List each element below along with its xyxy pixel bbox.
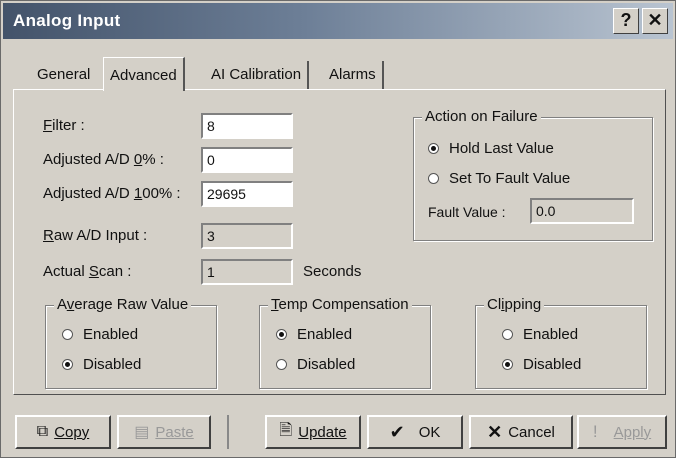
adjusted-ad-zero-input[interactable]: 0: [201, 147, 293, 173]
paste-button-label: Paste: [155, 423, 194, 441]
average-disabled-label: Disabled: [83, 356, 142, 373]
radio-clipping-enabled[interactable]: Enabled: [502, 326, 578, 343]
adjusted-ad-zero-label: Adjusted A/D 0% :: [43, 151, 164, 168]
radio-unselected-icon: [276, 359, 287, 370]
action-on-failure-group: Action on Failure Hold Last Value Set To…: [413, 108, 653, 241]
check-icon: ✔: [389, 421, 405, 442]
radio-clipping-disabled[interactable]: Disabled: [502, 356, 581, 373]
average-raw-value-group: Average Raw Value Enabled Disabled: [45, 296, 217, 389]
update-icon: 🗎: [279, 421, 293, 439]
radio-unselected-icon: [502, 329, 513, 340]
window-title: Analog Input: [13, 11, 121, 30]
raw-ad-input-label: Raw A/D Input :: [43, 227, 148, 244]
filter-label: Filter :: [43, 117, 85, 134]
radio-temp-enabled[interactable]: Enabled: [276, 326, 352, 343]
radio-set-to-fault-value[interactable]: Set To Fault Value: [428, 170, 570, 187]
clipping-title: Clipping: [484, 296, 545, 313]
x-icon: ✕: [487, 421, 503, 442]
radio-hold-last-value[interactable]: Hold Last Value: [428, 140, 554, 157]
title-bar[interactable]: Analog Input ? ✕: [3, 3, 673, 39]
close-button[interactable]: ✕: [642, 8, 668, 34]
tab-advanced[interactable]: Advanced: [103, 57, 185, 91]
help-button[interactable]: ?: [613, 8, 639, 34]
apply-button[interactable]: ! Apply: [577, 415, 667, 449]
temp-enabled-label: Enabled: [297, 326, 353, 343]
raw-ad-input-field: 3: [201, 223, 293, 249]
tab-advanced-label: Advanced: [110, 67, 177, 84]
ok-button[interactable]: ✔ OK: [367, 415, 463, 449]
close-icon: ✕: [647, 10, 663, 30]
set-to-fault-value-label: Set To Fault Value: [449, 170, 571, 187]
tab-alarms[interactable]: Alarms: [323, 61, 384, 89]
actual-scan-label: Actual Scan :: [43, 263, 132, 280]
button-separator: [227, 415, 229, 449]
update-button-label: Update: [298, 423, 347, 441]
radio-selected-icon: [502, 359, 513, 370]
fault-value-field: 0.0: [530, 198, 634, 224]
clipping-group: Clipping Enabled Disabled: [475, 296, 647, 389]
cancel-button[interactable]: ✕ Cancel: [469, 415, 573, 449]
fault-value-label: Fault Value :: [428, 204, 506, 220]
tab-general-label: General: [37, 66, 91, 83]
radio-unselected-icon: [428, 173, 439, 184]
copy-icon: ⧉: [36, 423, 49, 440]
tab-ai-calibration[interactable]: AI Calibration: [205, 61, 310, 89]
clipping-enabled-label: Enabled: [523, 326, 579, 343]
radio-selected-icon: [276, 329, 287, 340]
radio-average-disabled[interactable]: Disabled: [62, 356, 141, 373]
tab-ai-calibration-label: AI Calibration: [211, 66, 302, 83]
tab-alarms-label: Alarms: [329, 66, 376, 83]
average-raw-value-title: Average Raw Value: [54, 296, 192, 313]
radio-unselected-icon: [62, 329, 73, 340]
cancel-button-label: Cancel: [508, 423, 555, 441]
copy-button[interactable]: ⧉ Copy: [15, 415, 111, 449]
temp-compensation-group: Temp Compensation Enabled Disabled: [259, 296, 431, 389]
seconds-unit-label: Seconds: [303, 263, 362, 280]
paste-icon: ▤: [134, 424, 150, 441]
adjusted-ad-hundred-input[interactable]: 29695: [201, 181, 293, 207]
help-icon: ?: [620, 10, 632, 30]
apply-button-label: Apply: [613, 423, 652, 441]
ok-button-label: OK: [418, 423, 441, 441]
action-on-failure-title: Action on Failure: [422, 108, 541, 125]
radio-selected-icon: [62, 359, 73, 370]
average-enabled-label: Enabled: [83, 326, 139, 343]
update-button[interactable]: 🗎 Update: [265, 415, 361, 449]
hold-last-value-label: Hold Last Value: [449, 140, 554, 157]
temp-disabled-label: Disabled: [297, 356, 356, 373]
actual-scan-field: 1: [201, 259, 293, 285]
exclamation-icon: !: [592, 422, 598, 441]
analog-input-dialog: Analog Input ? ✕ General Advanced AI Cal…: [0, 0, 676, 458]
clipping-disabled-label: Disabled: [523, 356, 582, 373]
tab-general[interactable]: General: [31, 61, 96, 89]
copy-button-label: Copy: [54, 423, 90, 441]
paste-button[interactable]: ▤ Paste: [117, 415, 211, 449]
radio-average-enabled[interactable]: Enabled: [62, 326, 138, 343]
radio-selected-icon: [428, 143, 439, 154]
radio-temp-disabled[interactable]: Disabled: [276, 356, 355, 373]
adjusted-ad-hundred-label: Adjusted A/D 100% :: [43, 185, 181, 202]
filter-input[interactable]: 8: [201, 113, 293, 139]
temp-compensation-title: Temp Compensation: [268, 296, 412, 313]
